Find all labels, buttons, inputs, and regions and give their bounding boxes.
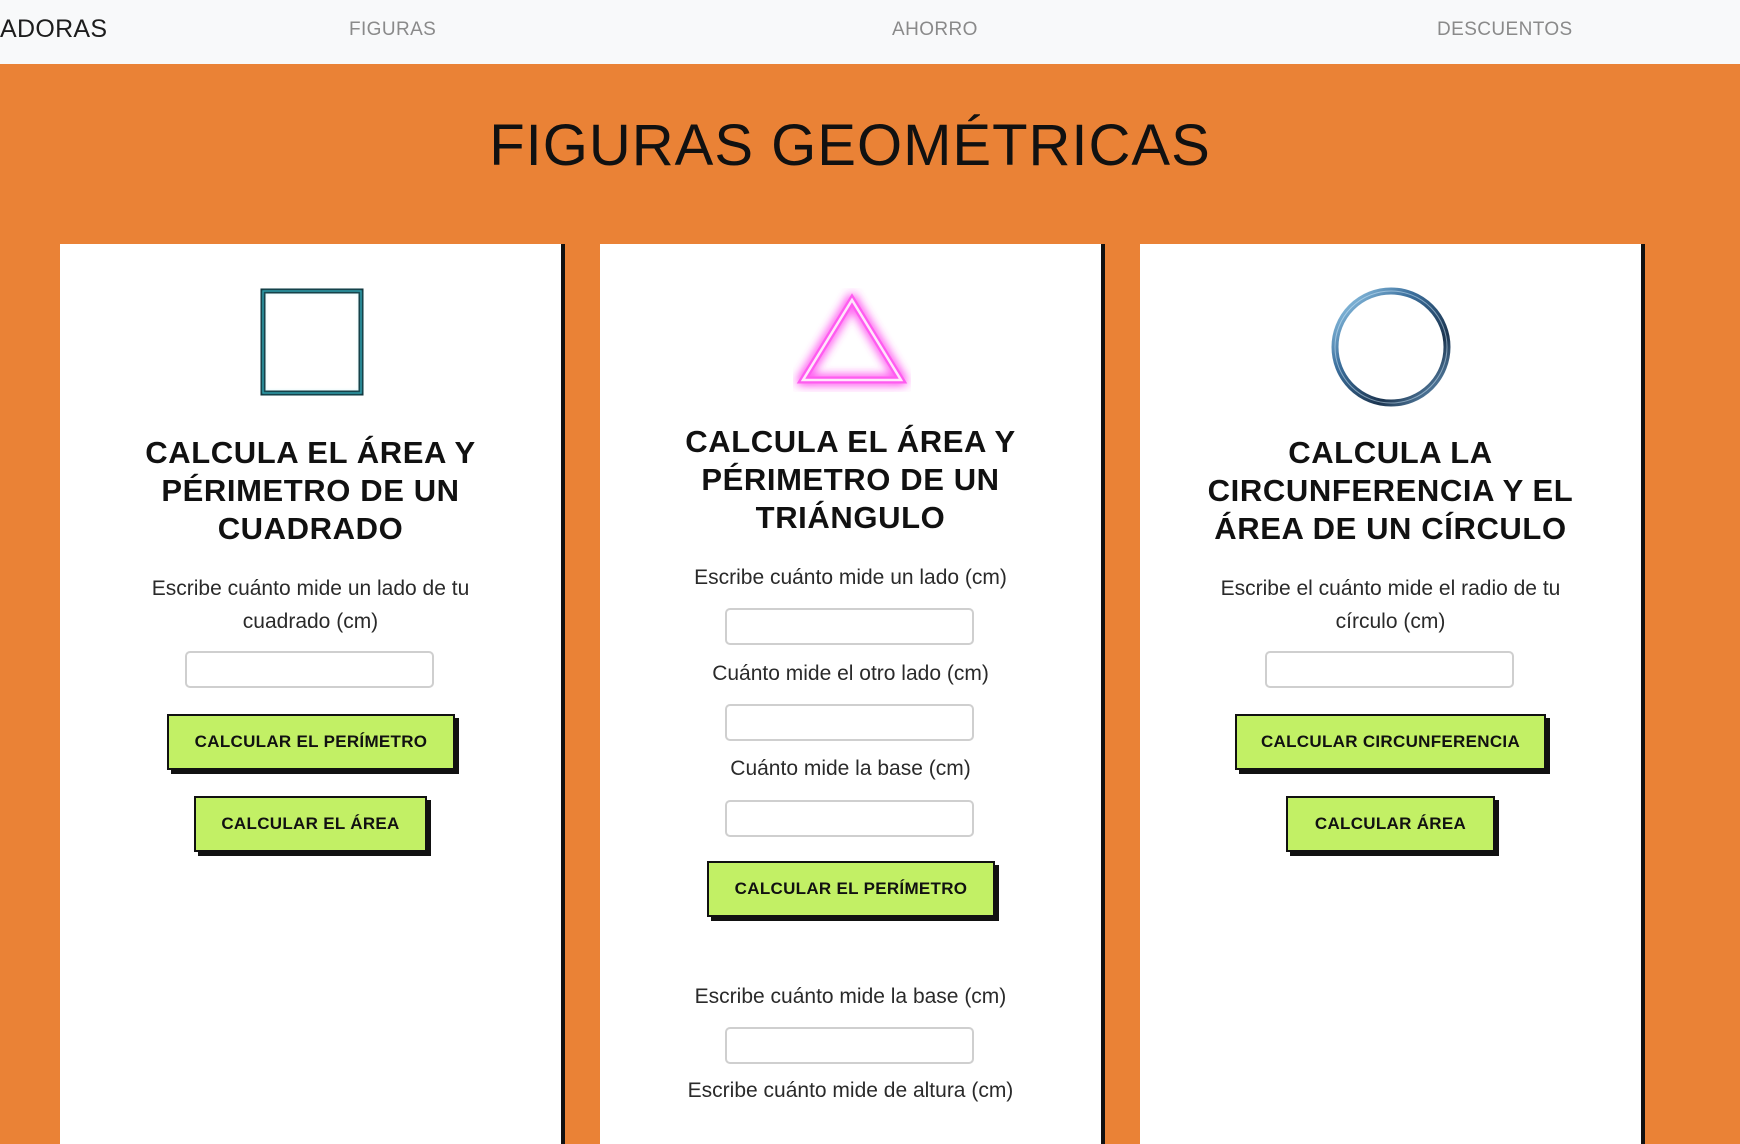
triangle-card: CALCULA EL ÁREA Y PÉRIMETRO DE UN TRIÁNG…: [600, 244, 1105, 1144]
square-area-button[interactable]: CALCULAR EL ÁREA: [194, 796, 427, 852]
triangle-area-base-label: Escribe cuánto mide la base (cm): [694, 985, 1007, 1008]
nav-link-figuras[interactable]: FIGURAS: [349, 19, 436, 41]
circle-icon: [1331, 287, 1451, 407]
square-side-input[interactable]: [185, 651, 434, 688]
circle-radius-label: Escribe el cuánto mide el radio de tu cí…: [1220, 577, 1561, 633]
navbar: ADORAS FIGURAS AHORRO DESCUENTOS: [0, 0, 1740, 64]
square-card-heading: CALCULA EL ÁREA Y PÉRIMETRO DE UN CUADRA…: [145, 435, 476, 546]
circle-card-heading: CALCULA LA CIRCUNFERENCIA Y EL ÁREA DE U…: [1207, 435, 1574, 546]
triangle-base-input[interactable]: [725, 800, 974, 837]
triangle-area-base-input[interactable]: [725, 1027, 974, 1064]
square-card: CALCULA EL ÁREA Y PÉRIMETRO DE UN CUADRA…: [60, 244, 565, 1144]
triangle-icon: [796, 293, 908, 384]
triangle-side1-input[interactable]: [725, 608, 974, 645]
nav-link-descuentos[interactable]: DESCUENTOS: [1437, 19, 1573, 41]
circle-area-button[interactable]: CALCULAR ÁREA: [1286, 796, 1495, 852]
circle-circumference-button[interactable]: CALCULAR CIRCUNFERENCIA: [1235, 714, 1546, 770]
square-perimeter-button[interactable]: CALCULAR EL PERÍMETRO: [167, 714, 455, 770]
triangle-side2-label: Cuánto mide el otro lado (cm): [712, 662, 989, 685]
brand-link[interactable]: ADORAS: [0, 15, 107, 44]
triangle-side1-label: Escribe cuánto mide un lado (cm): [694, 566, 1007, 589]
triangle-base-label: Cuánto mide la base (cm): [730, 757, 971, 780]
square-icon: [260, 288, 364, 396]
nav-link-ahorro[interactable]: AHORRO: [892, 19, 978, 41]
triangle-perimeter-button[interactable]: CALCULAR EL PERÍMETRO: [707, 861, 995, 917]
triangle-side2-input[interactable]: [725, 704, 974, 741]
page-title: FIGURAS GEOMÉTRICAS: [489, 113, 1211, 178]
circle-radius-input[interactable]: [1265, 651, 1514, 688]
square-side-label: Escribe cuánto mide un lado de tu cuadra…: [151, 577, 470, 633]
triangle-height-label: Escribe cuánto mide de altura (cm): [687, 1079, 1014, 1102]
triangle-card-heading: CALCULA EL ÁREA Y PÉRIMETRO DE UN TRIÁNG…: [685, 424, 1016, 535]
circle-card: CALCULA LA CIRCUNFERENCIA Y EL ÁREA DE U…: [1140, 244, 1645, 1144]
